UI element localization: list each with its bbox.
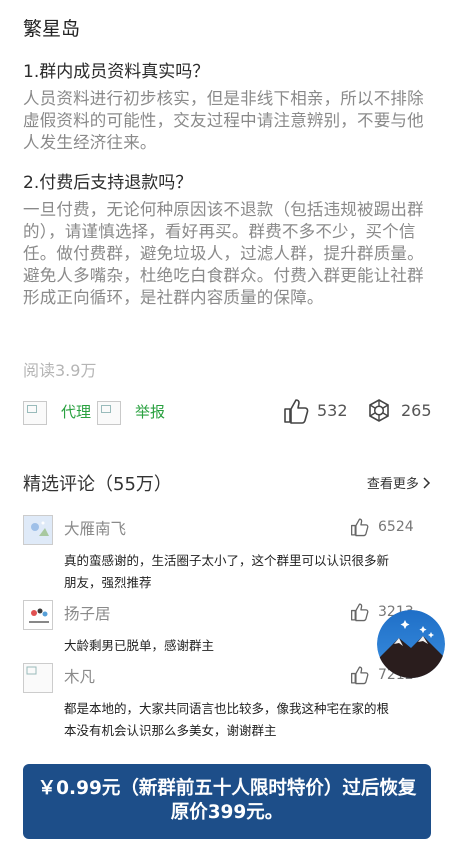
broken-image-icon[interactable] — [23, 663, 53, 693]
avatar[interactable] — [23, 515, 53, 545]
thumbs-up-icon[interactable] — [350, 665, 369, 689]
share-hexagon-icon[interactable] — [366, 397, 392, 429]
view-more-label: 查看更多 — [366, 477, 419, 492]
thumbs-up-icon[interactable] — [350, 602, 369, 626]
comment-text: 都是本地的，大家共同语言也比较多，像我这种宅在家的根本没有机会认识那么多美女，谢… — [64, 701, 390, 738]
thumbs-up-icon[interactable] — [350, 517, 369, 541]
comment-item: 大雁南飞 6524 真的蛮感谢的，生活圈子太小了，这个群里可以认识很多新朋友，强… — [23, 515, 433, 590]
avatar[interactable] — [23, 600, 53, 630]
purchase-button[interactable]: ￥0.99元（新群前五十人限时特价）过后恢复原价399元。 — [23, 764, 431, 839]
faq-question-1: 1.群内成员资料真实吗？ — [23, 62, 210, 82]
share-count: 265 — [401, 401, 432, 420]
comment-author[interactable]: 大雁南飞 — [64, 517, 126, 539]
faq-answer-2: 一旦付费，无论何种原因该不退款（包括违规被踢出群的），请谨慎选择，看好再买。群费… — [23, 200, 424, 307]
broken-image-icon — [97, 401, 121, 425]
comment-text: 大龄剩男已脱单，感谢群主 — [64, 638, 215, 653]
comment-author[interactable]: 木凡 — [64, 665, 95, 687]
comment-text: 真的蛮感谢的，生活圈子太小了，这个群里可以认识很多新朋友，强烈推荐 — [64, 553, 390, 590]
thumbs-up-icon[interactable] — [283, 397, 309, 429]
broken-image-icon — [23, 401, 47, 425]
faq-question-2: 2.付费后支持退款吗？ — [23, 173, 193, 193]
chevron-right-icon — [423, 477, 431, 492]
comment-item: 木凡 7212 都是本地的，大家共同语言也比较多，像我这种宅在家的根本没有机会认… — [23, 663, 433, 758]
view-more-link[interactable]: 查看更多 — [367, 473, 431, 492]
like-count: 532 — [317, 401, 348, 420]
action-row: 代理 举报 532 265 — [23, 399, 433, 427]
comment-item: 扬子居 3213 大龄剩男已脱单，感谢群主 — [23, 600, 433, 655]
comment-like-count: 6524 — [378, 519, 414, 535]
read-count: 阅读3.9万 — [23, 361, 97, 380]
page-title: 繁星岛 — [23, 18, 81, 40]
mountain-stars-badge-icon[interactable] — [377, 610, 445, 678]
comment-author[interactable]: 扬子居 — [64, 602, 111, 624]
agent-link[interactable]: 代理 — [61, 401, 91, 422]
faq-answer-1: 人员资料进行初步核实，但是非线下相亲，所以不排除虚假资料的可能性，交友过程中请注… — [23, 89, 424, 152]
comments-title: 精选评论（55万） — [23, 474, 172, 495]
report-link[interactable]: 举报 — [135, 401, 165, 422]
